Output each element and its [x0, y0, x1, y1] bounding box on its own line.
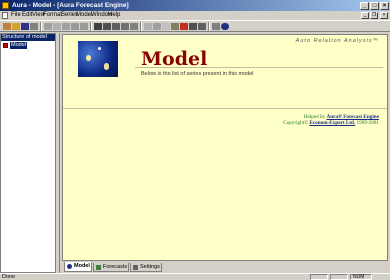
brand-tagline: Auto Relation Analysis™ — [295, 38, 379, 44]
tab-model[interactable]: Model — [64, 262, 92, 272]
toolbar-separator — [140, 22, 142, 31]
analyze-icon[interactable] — [121, 23, 129, 30]
tree-item-label: Model — [10, 42, 27, 49]
model-tab-icon — [67, 264, 72, 269]
status-bar: Done NUM — [0, 273, 390, 280]
zoom-icon[interactable] — [144, 23, 152, 30]
find-icon[interactable] — [153, 23, 161, 30]
view-tabs: Model Forecasts Settings — [62, 262, 388, 273]
tools-icon[interactable] — [212, 23, 220, 30]
tab-settings[interactable]: Settings — [130, 263, 162, 272]
paste-icon[interactable] — [62, 23, 70, 30]
maximize-button[interactable]: □ — [370, 2, 379, 10]
menu-edit[interactable]: Edit — [22, 12, 32, 18]
open-icon[interactable] — [12, 23, 20, 30]
page-subtitle: Below is the list of series present in t… — [141, 71, 254, 77]
pane-header: Structure of model — [1, 34, 55, 41]
document-icon[interactable] — [2, 12, 8, 19]
settings-icon[interactable] — [189, 23, 197, 30]
banner-image — [78, 41, 118, 77]
forecasts-tab-icon — [96, 265, 101, 270]
forecast-icon[interactable] — [112, 23, 120, 30]
app-icon[interactable] — [2, 2, 9, 9]
mdi-restore-button[interactable]: ❐ — [370, 12, 378, 19]
new-icon[interactable] — [3, 23, 11, 30]
copyright-years: 1999-2001 — [356, 120, 379, 126]
copyright-text: Copyright© — [283, 120, 309, 126]
company-link[interactable]: Econom-Expert Ltd. — [309, 120, 355, 126]
settings-tab-icon — [133, 265, 138, 270]
print-icon[interactable] — [30, 23, 38, 30]
undo-icon[interactable] — [71, 23, 79, 30]
options-icon[interactable] — [198, 23, 206, 30]
toolbar-separator — [208, 22, 210, 31]
credits: Helped by Aura® Forecast Engine Copyrigh… — [283, 114, 379, 126]
status-panel-empty — [330, 274, 348, 280]
num-lock-indicator: NUM — [350, 274, 372, 280]
mdi-minimize-button[interactable]: _ — [361, 12, 369, 19]
series-icon[interactable] — [103, 23, 111, 30]
window-title: Aura - Model - [Aura Forecast Engine] — [12, 2, 129, 9]
toolbar — [0, 20, 390, 32]
tab-label: Forecasts — [103, 264, 128, 270]
minimize-button[interactable]: _ — [360, 2, 369, 10]
toolbar-separator — [90, 22, 92, 31]
tab-forecasts[interactable]: Forecasts — [93, 263, 129, 272]
model-page: Auto Relation Analysis™ Model Below is t… — [62, 34, 388, 261]
properties-icon[interactable] — [162, 23, 170, 30]
divider — [135, 67, 383, 68]
tab-label: Model — [74, 263, 90, 269]
menu-file[interactable]: File — [11, 12, 21, 18]
copy-icon[interactable] — [53, 23, 61, 30]
status-panel-empty — [310, 274, 328, 280]
status-text: Done — [2, 274, 16, 280]
mdi-close-button[interactable]: × — [380, 12, 388, 19]
model-structure-pane: Structure of model Model — [0, 33, 56, 273]
menu-bar: File Edit View Format Series Model Windo… — [0, 11, 390, 20]
model-icon[interactable] — [94, 23, 102, 30]
calculate-icon[interactable] — [171, 23, 179, 30]
redo-icon[interactable] — [80, 23, 88, 30]
tab-label: Settings — [140, 264, 160, 270]
cut-icon[interactable] — [44, 23, 52, 30]
model-node-icon — [3, 43, 8, 48]
menu-format[interactable]: Format — [43, 12, 62, 18]
menu-model[interactable]: Model — [76, 12, 92, 18]
stop-icon[interactable] — [180, 23, 188, 30]
toolbar-separator — [40, 22, 42, 31]
info-icon[interactable] — [221, 23, 229, 30]
save-icon[interactable] — [21, 23, 29, 30]
divider — [63, 108, 387, 109]
menu-help[interactable]: Help — [108, 12, 120, 18]
chart-icon[interactable] — [130, 23, 138, 30]
title-bar: Aura - Model - [Aura Forecast Engine] _ … — [0, 0, 390, 11]
close-button[interactable]: × — [380, 2, 389, 10]
